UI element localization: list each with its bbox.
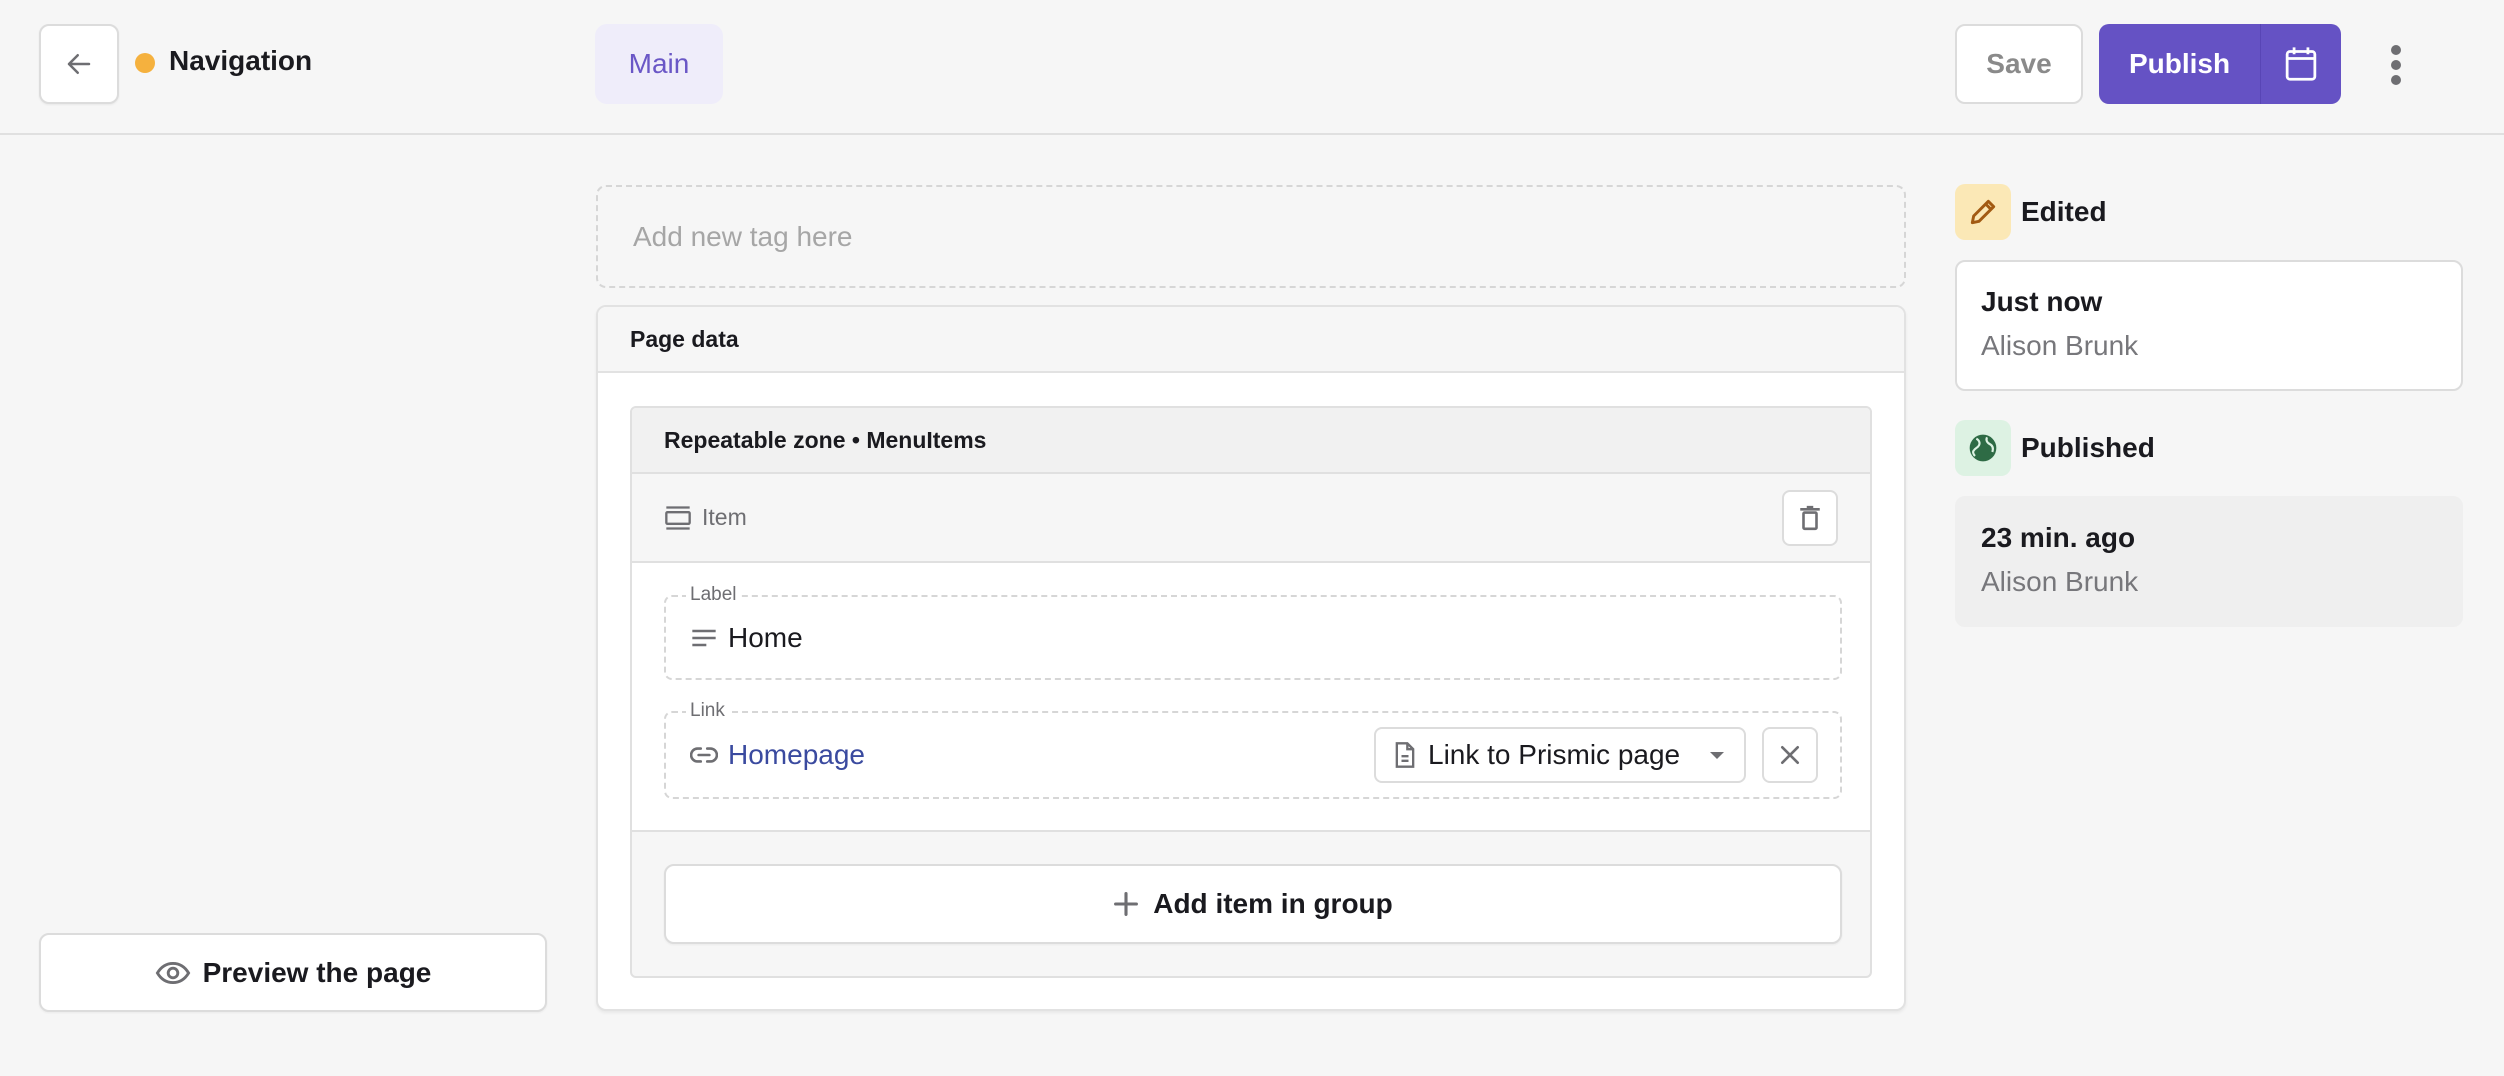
publish-button[interactable]: Publish — [2099, 24, 2261, 104]
text-lines-icon — [692, 629, 716, 646]
globe-icon — [1969, 434, 1997, 462]
preview-page-button[interactable]: Preview the page — [39, 933, 547, 1012]
trash-icon — [1800, 505, 1820, 531]
clear-link-button[interactable] — [1762, 727, 1818, 783]
more-options-button[interactable] — [2376, 40, 2416, 90]
tab-main[interactable]: Main — [595, 24, 723, 104]
arrow-left-icon — [67, 54, 91, 74]
item-label: Item — [702, 504, 747, 530]
repeatable-zone-title: Repeatable zone • MenuItems — [632, 408, 1870, 474]
item-body: Label Home Link Homepage Link to Prismic… — [632, 563, 1870, 832]
link-field: Link Homepage Link to Prismic page — [664, 700, 1842, 799]
schedule-publish-button[interactable] — [2261, 24, 2341, 104]
status-dot — [135, 53, 155, 73]
published-time: 23 min. ago — [1981, 522, 2136, 553]
publish-group: Publish — [2099, 24, 2341, 104]
edited-section: Edited Just now Alison Brunk — [1955, 184, 2463, 391]
plus-icon — [1114, 892, 1139, 916]
link-field-value[interactable]: Homepage — [728, 739, 865, 771]
label-field[interactable]: Label Home — [664, 584, 1842, 680]
edited-title: Edited — [2021, 196, 2107, 227]
eye-icon — [155, 961, 190, 984]
add-item-in-group-button[interactable]: Add item in group — [664, 864, 1842, 944]
link-type-select[interactable]: Link to Prismic page — [1374, 727, 1746, 783]
document-title: Navigation — [169, 45, 313, 76]
save-button[interactable]: Save — [1955, 24, 2083, 104]
page-data-title: Page data — [598, 307, 1904, 373]
preview-label: Preview the page — [202, 956, 432, 988]
calendar-icon — [2285, 47, 2317, 81]
top-bar: Navigation Main Save Publish — [0, 0, 2504, 135]
edited-user: Alison Brunk — [1981, 330, 2139, 361]
delete-item-button[interactable] — [1782, 490, 1838, 546]
published-title: Published — [2021, 432, 2155, 463]
page-data-panel: Page data Repeatable zone • MenuItems It… — [596, 305, 1906, 1011]
link-icon — [690, 747, 718, 763]
tag-input[interactable]: Add new tag here — [596, 185, 1906, 288]
published-section: Published 23 min. ago Alison Brunk — [1955, 420, 2463, 627]
close-icon — [1780, 745, 1800, 765]
pencil-icon — [1970, 199, 1996, 225]
add-item-label: Add item in group — [1153, 888, 1393, 919]
back-button[interactable] — [39, 24, 119, 104]
item-header: Item — [632, 474, 1870, 563]
more-vertical-icon — [2391, 45, 2401, 55]
repeatable-zone: Repeatable zone • MenuItems Item Label H… — [630, 406, 1872, 978]
document-icon — [1395, 742, 1415, 768]
edited-time: Just now — [1981, 286, 2103, 317]
link-type-label: Link to Prismic page — [1428, 739, 1681, 770]
chevron-down-icon — [1710, 751, 1724, 759]
published-card: 23 min. ago Alison Brunk — [1955, 496, 2463, 627]
label-field-value[interactable]: Home — [728, 622, 803, 654]
edited-card: Just now Alison Brunk — [1955, 260, 2463, 391]
published-user: Alison Brunk — [1981, 566, 2139, 597]
group-item-icon — [665, 505, 691, 530]
